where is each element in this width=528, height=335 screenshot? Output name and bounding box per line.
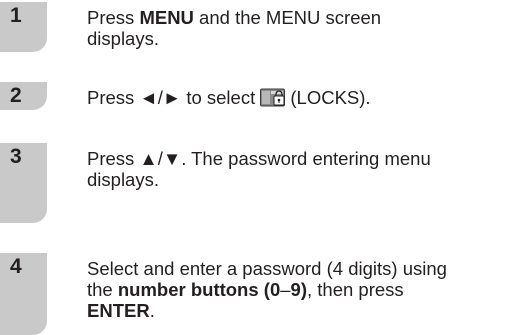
step-4-number-buttons-close: 9) — [290, 279, 307, 300]
step-4-text-b: the — [87, 279, 118, 300]
step-2-instruction: Press ◄/► to select (LOCKS). — [87, 87, 371, 108]
step-3-number: 3 — [10, 145, 22, 168]
step-4-number: 4 — [10, 255, 22, 278]
step-1-number: 1 — [10, 4, 22, 27]
step-3-text-b: displays. — [87, 169, 159, 190]
step-4-en-dash: – — [280, 279, 291, 300]
step-1-instruction: Press MENU and the MENU screen displays. — [87, 7, 381, 49]
step-4-number-buttons-keyword: number buttons (0 — [117, 279, 281, 300]
step-1-text-a: Press — [87, 7, 140, 28]
step-2-number: 2 — [10, 84, 22, 107]
step-4-badge: 4 — [0, 253, 47, 335]
step-2-badge: 2 — [0, 82, 47, 110]
step-4-text-h: . — [149, 300, 155, 321]
locks-icon — [260, 88, 286, 107]
step-1-text-d: displays. — [87, 28, 159, 49]
step-4-enter-keyword: ENTER — [87, 300, 150, 321]
step-2-text-a: Press ◄/► to select — [87, 87, 261, 108]
step-2-text-b: (LOCKS). — [290, 87, 371, 108]
step-3-instruction: Press ▲/▼. The password entering menu di… — [87, 148, 431, 190]
step-3-text-a: Press ▲/▼. The password entering menu — [87, 148, 431, 169]
step-1-text-c: and the MENU screen — [193, 7, 382, 28]
step-3-badge: 3 — [0, 143, 47, 223]
step-4-text-f: , then press — [307, 279, 404, 300]
step-4-text-a: Select and enter a password (4 digits) u… — [87, 258, 447, 279]
step-1-menu-keyword: MENU — [139, 7, 194, 28]
step-1-badge: 1 — [0, 2, 47, 52]
step-4-instruction: Select and enter a password (4 digits) u… — [87, 258, 447, 321]
